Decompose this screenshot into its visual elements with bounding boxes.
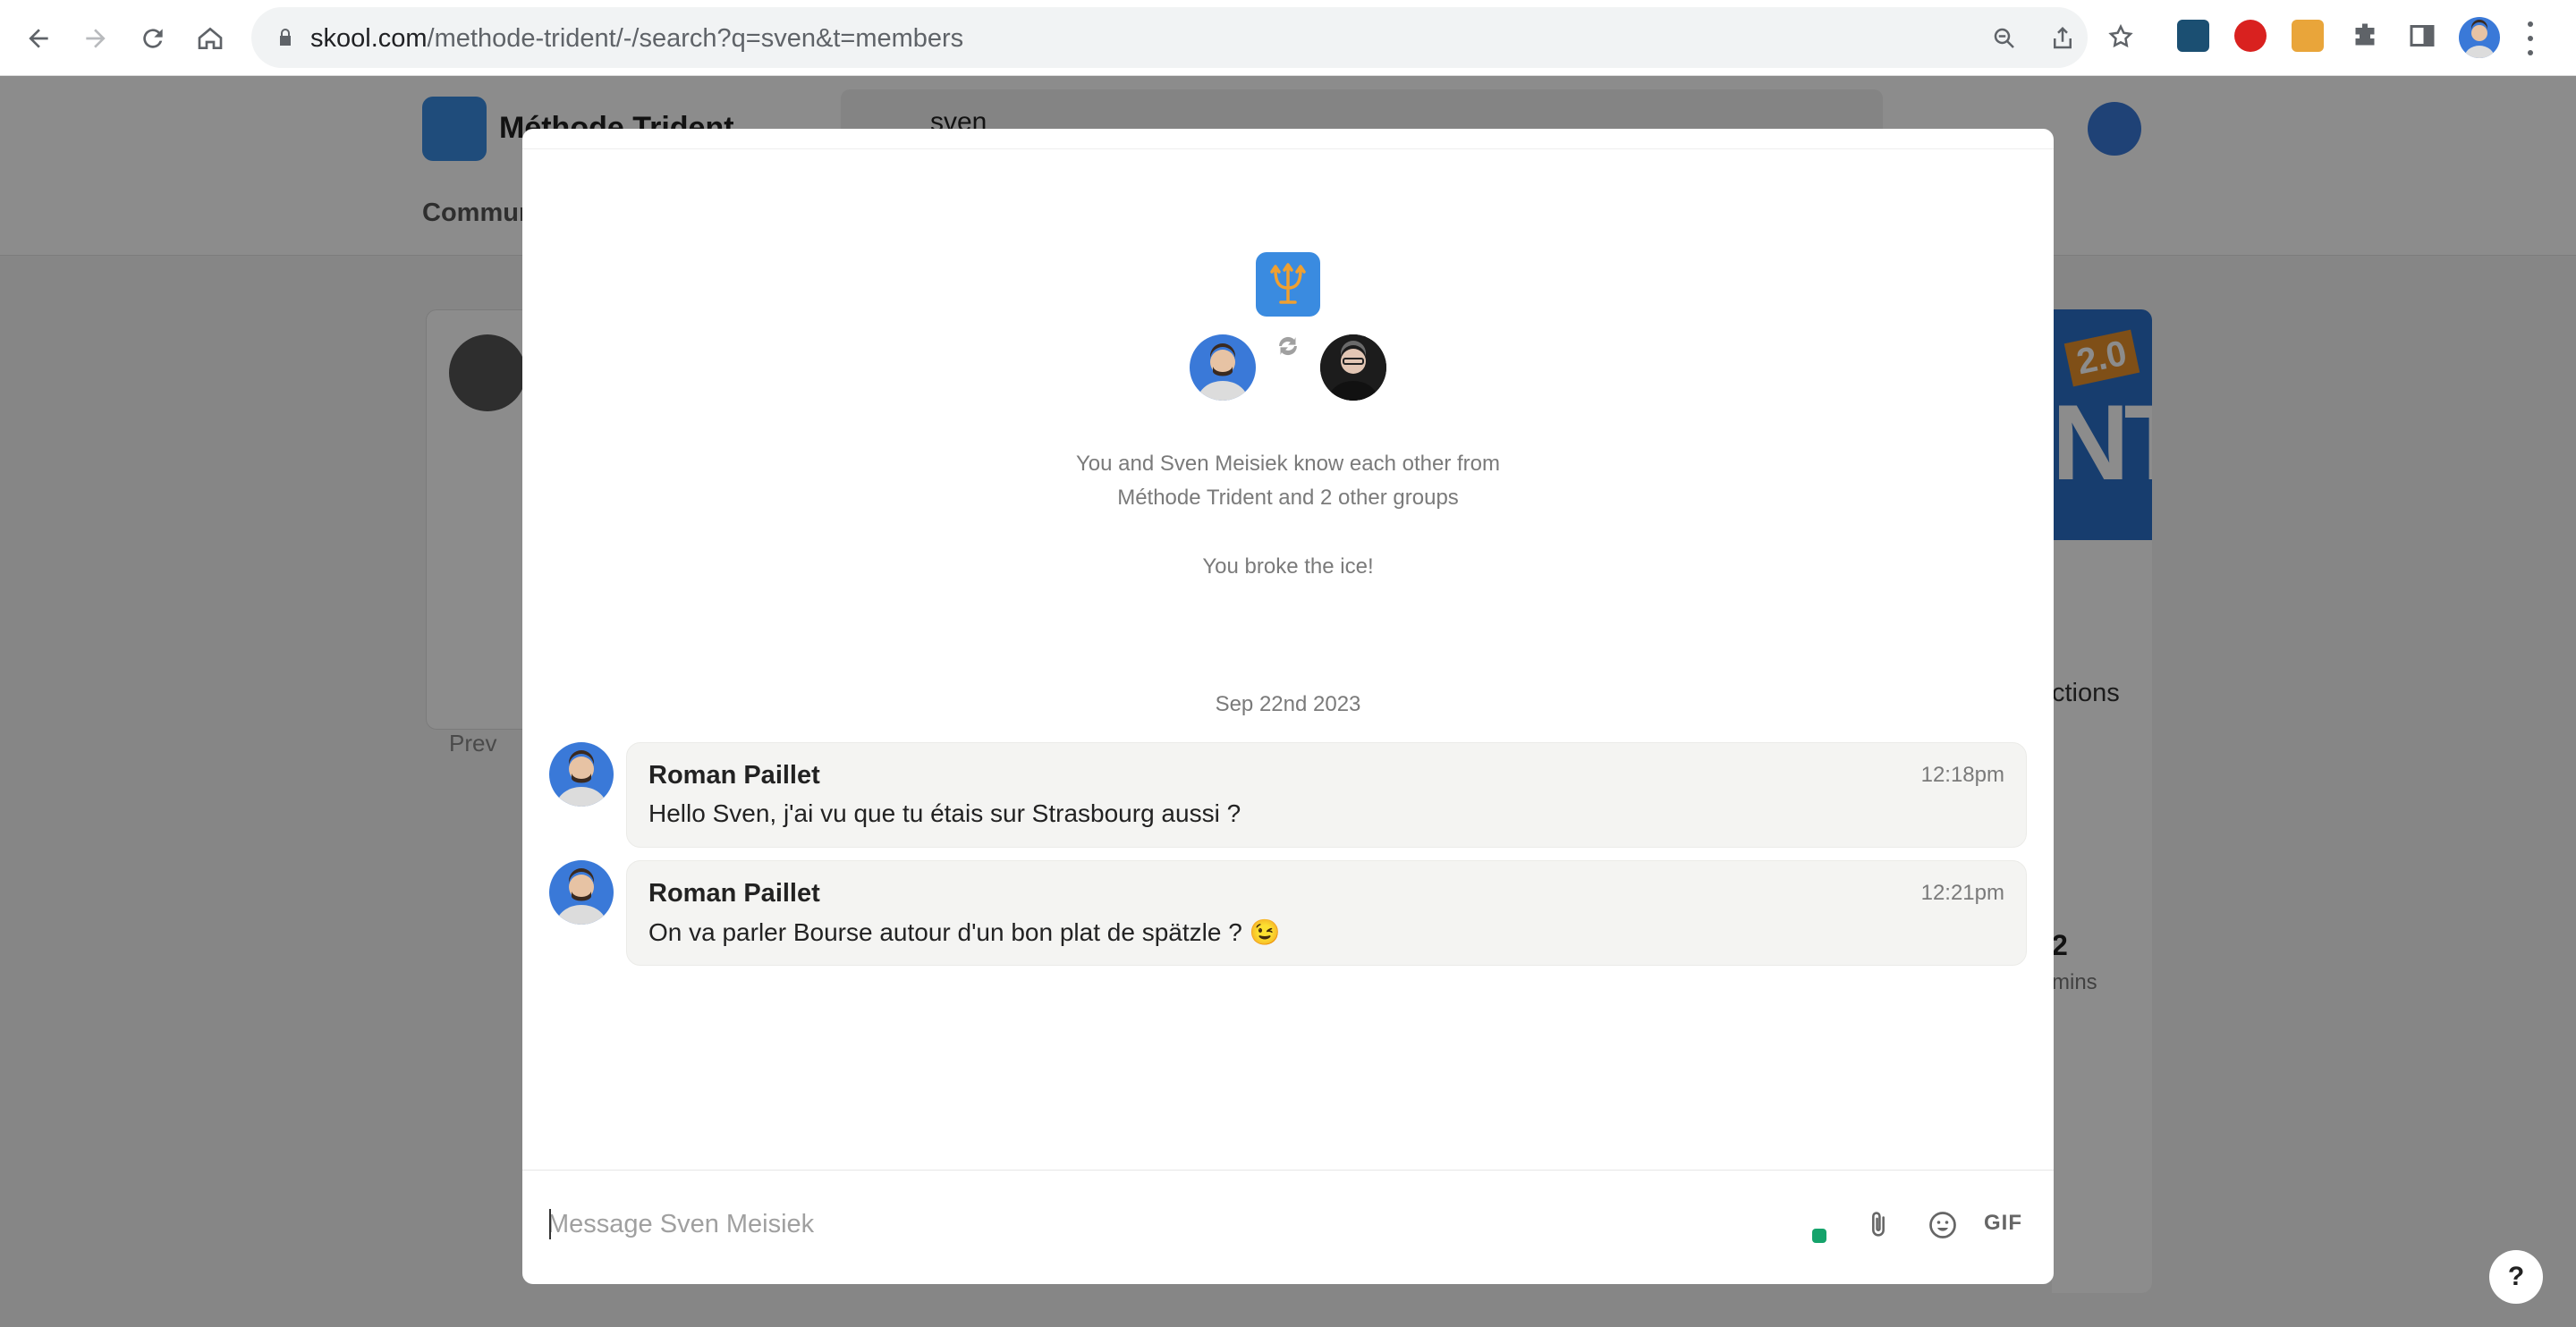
browser-menu-button[interactable] <box>2525 21 2536 55</box>
url-host: skool.com <box>310 24 428 53</box>
connection-info-line-1: You and Sven Meisiek know each other fro… <box>1075 452 1501 476</box>
bookmark-star-icon[interactable] <box>2107 23 2134 50</box>
person-avatar-icon <box>2464 20 2495 58</box>
browser-toolbar: skool.com/methode-trident/-/search?q=sve… <box>0 0 2576 76</box>
address-bar[interactable]: skool.com/methode-trident/-/search?q=sve… <box>251 7 2088 68</box>
zoom-icon[interactable] <box>1991 25 2018 52</box>
back-arrow-icon <box>29 29 48 48</box>
message-text: Hello Sven, j'ai vu que tu étais sur Str… <box>648 799 1241 827</box>
date-divider: Sep 22nd 2023 <box>1215 692 1361 716</box>
message-time: 12:18pm <box>1920 763 2004 787</box>
attach-button[interactable] <box>1860 1207 1896 1243</box>
text-caret <box>549 1209 551 1239</box>
help-button[interactable]: ? <box>2489 1250 2543 1304</box>
extension-adblock-icon[interactable] <box>2234 20 2267 52</box>
composer-divider <box>522 1170 2054 1171</box>
extension-pencil-icon[interactable] <box>2292 20 2324 52</box>
url-path: /methode-trident/-/search?q=sven&t=membe… <box>427 24 964 53</box>
ice-broken-note: You broke the ice! <box>1202 554 1374 579</box>
home-icon <box>198 27 223 49</box>
reload-button[interactable] <box>132 18 174 59</box>
message-input[interactable] <box>547 1198 1800 1250</box>
lock-icon <box>280 29 291 46</box>
browser-profile-avatar[interactable] <box>2459 17 2500 58</box>
chat-modal: You and Sven Meisiek know each other fro… <box>522 129 2054 1284</box>
side-panel-icon[interactable] <box>2406 20 2438 52</box>
reload-icon <box>143 29 163 48</box>
message-author[interactable]: Roman Paillet <box>648 761 820 790</box>
message-author-avatar[interactable] <box>549 742 614 807</box>
message-author-avatar[interactable] <box>549 860 614 925</box>
gif-button[interactable]: GIF <box>1984 1211 2022 1236</box>
person-avatar-icon <box>1320 334 1386 401</box>
back-button[interactable] <box>18 18 59 59</box>
message-bubble: Roman Paillet 12:18pm Hello Sven, j'ai v… <box>626 742 2027 848</box>
connection-info-line-2: Méthode Trident and 2 other groups <box>1117 486 1459 510</box>
person-avatar-icon <box>556 868 606 925</box>
person-avatar-icon <box>556 750 606 807</box>
smiley-icon <box>1929 1212 1956 1238</box>
person-avatar-icon <box>1198 343 1248 401</box>
home-button[interactable] <box>190 18 231 59</box>
emoji-button[interactable] <box>1925 1207 1961 1243</box>
message-text: On va parler Bourse autour d'un bon plat… <box>648 918 1281 946</box>
sven-meisiek-avatar[interactable] <box>1320 334 1386 401</box>
extension-h-icon[interactable] <box>2177 20 2209 52</box>
modal-divider <box>522 148 2054 149</box>
forward-button[interactable] <box>75 18 116 59</box>
connection-info: You and Sven Meisiek know each other fro… <box>930 447 1646 515</box>
my-avatar[interactable] <box>1190 334 1256 401</box>
paperclip-icon <box>1872 1212 1885 1237</box>
message-author[interactable]: Roman Paillet <box>648 879 820 909</box>
forward-arrow-icon <box>86 29 106 48</box>
trident-icon <box>1270 263 1306 304</box>
url-text: skool.com/methode-trident/-/search?q=sve… <box>310 24 963 54</box>
message-time: 12:21pm <box>1920 881 2004 905</box>
extensions-puzzle-icon[interactable] <box>2349 20 2381 52</box>
grammarly-icon[interactable] <box>1812 1229 1826 1243</box>
message-bubble: Roman Paillet 12:21pm On va parler Bours… <box>626 860 2027 966</box>
sync-icon <box>1279 336 1297 356</box>
trident-logo-icon <box>1256 252 1320 317</box>
share-icon[interactable] <box>2049 25 2076 52</box>
